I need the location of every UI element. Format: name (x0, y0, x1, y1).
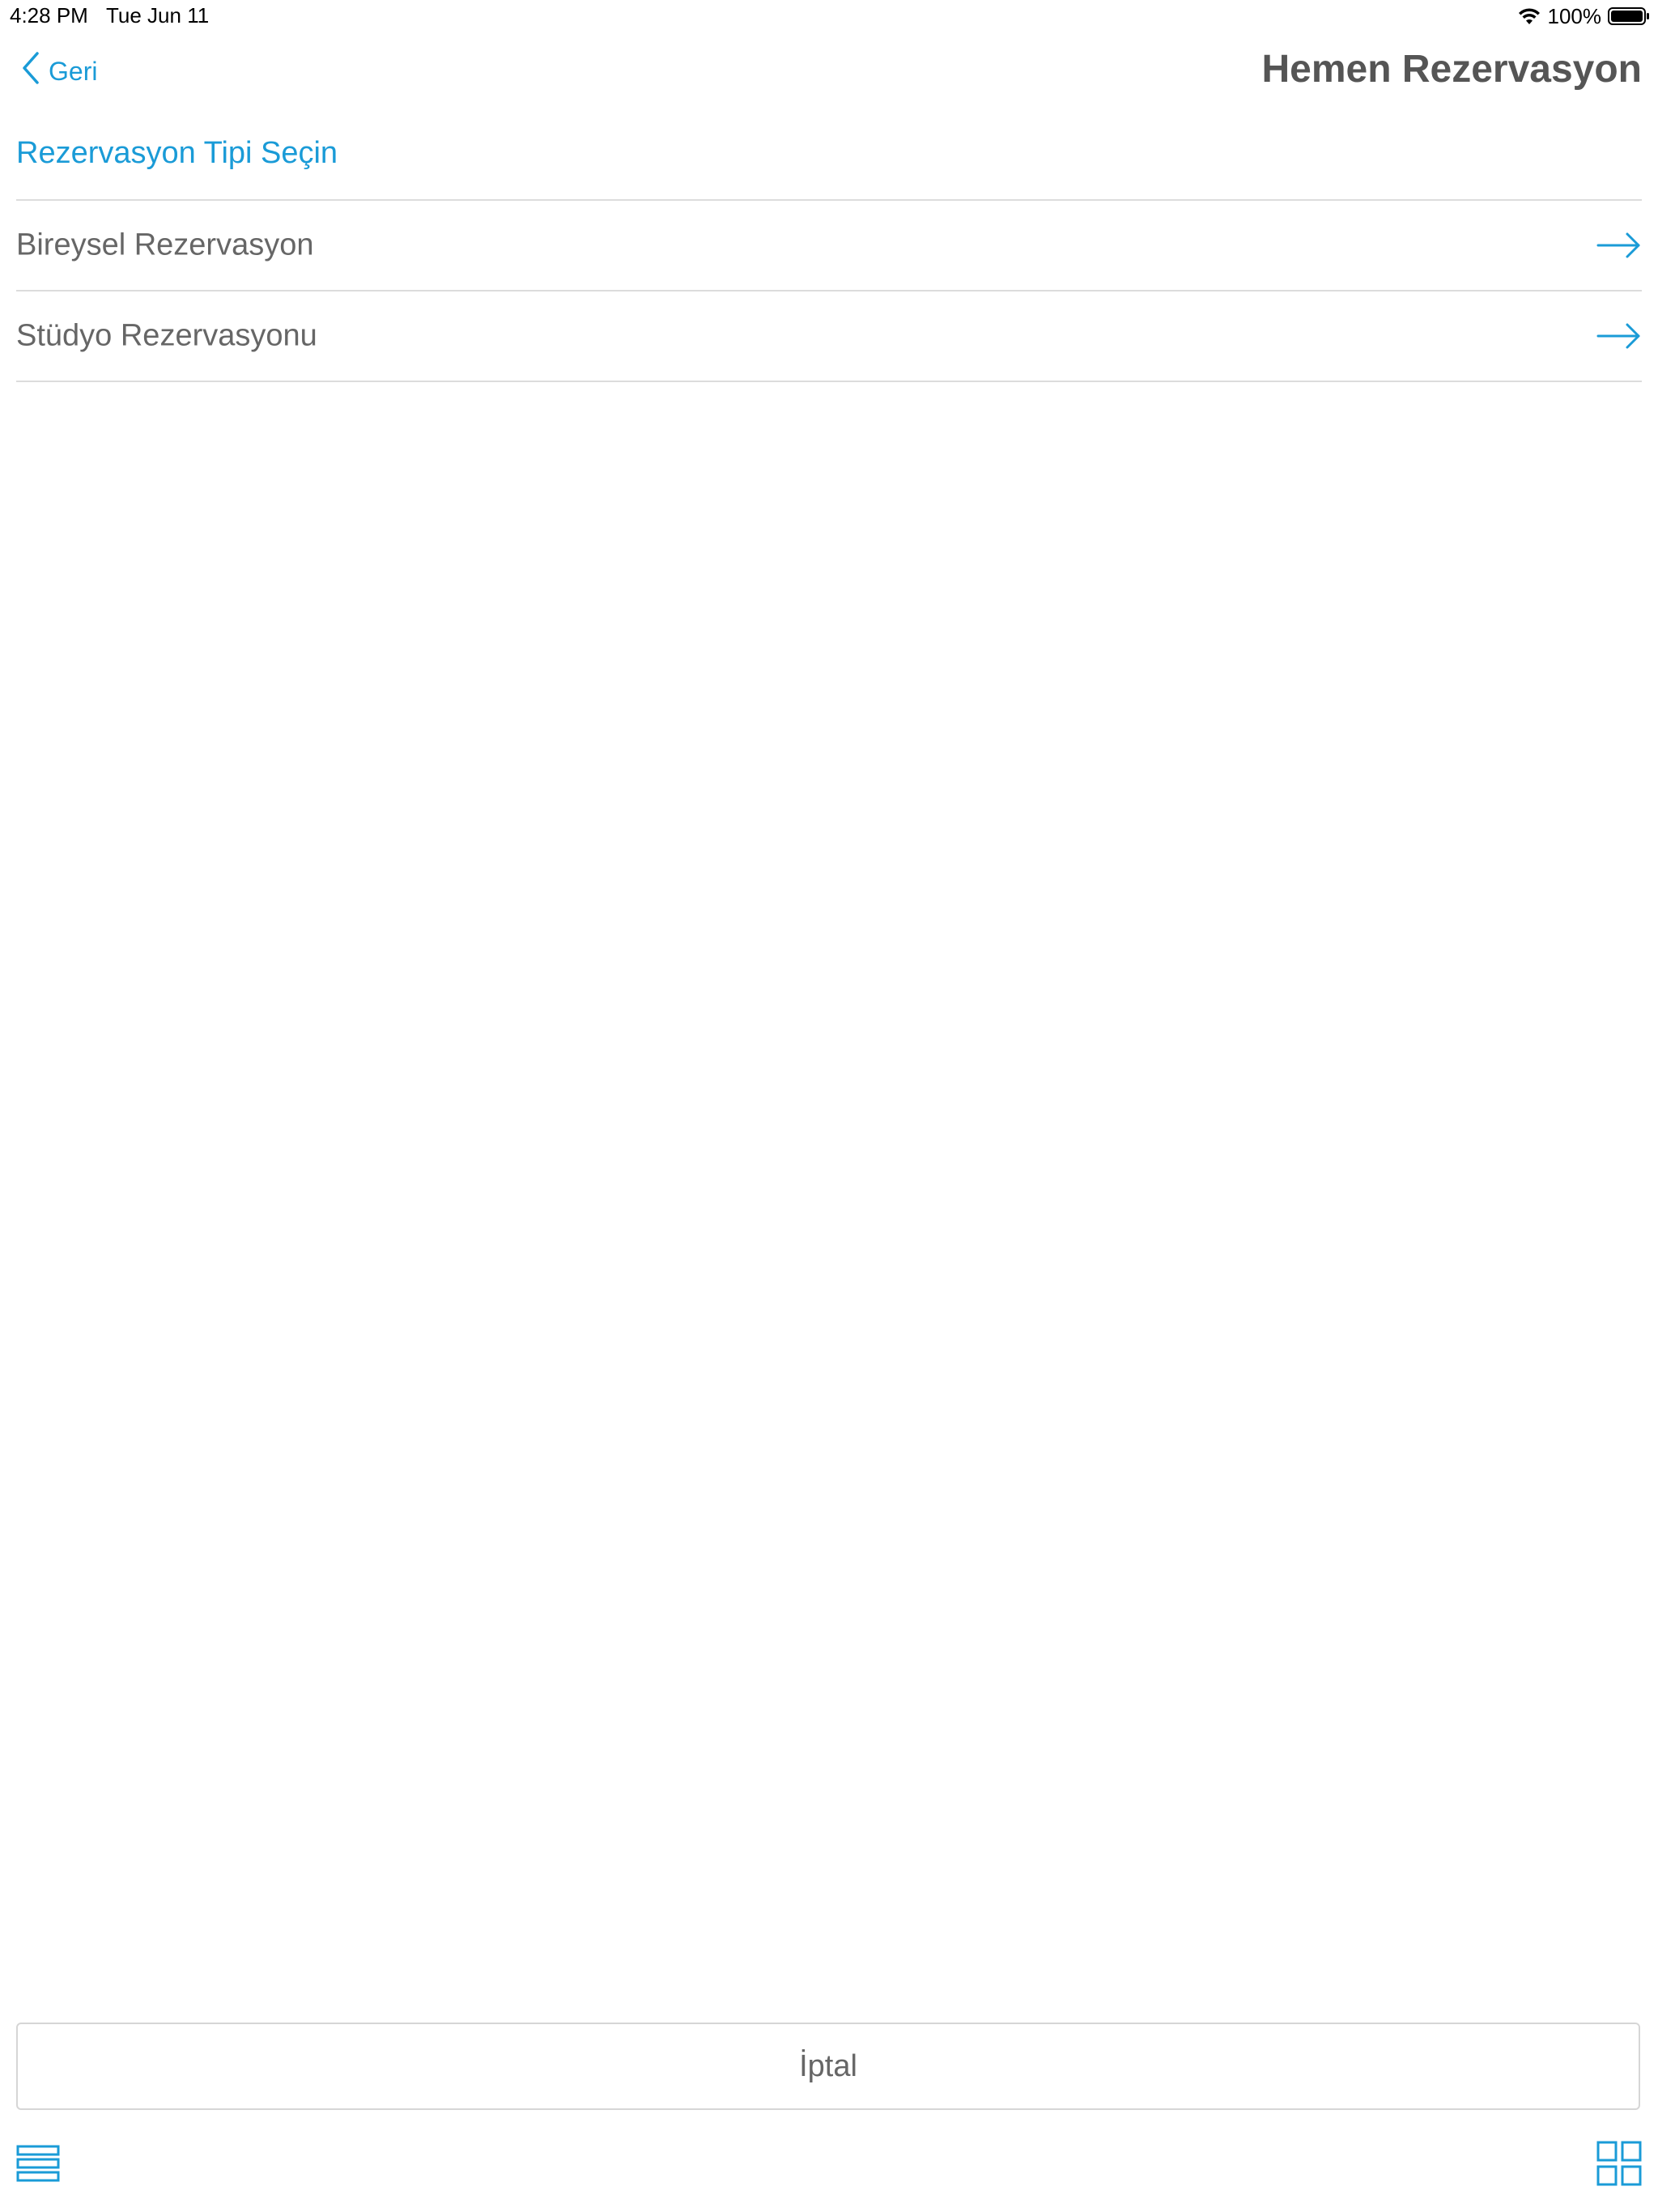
page-title: Hemen Rezervasyon (1261, 48, 1642, 91)
arrow-right-icon (1596, 320, 1642, 352)
list-view-button[interactable] (16, 2144, 60, 2183)
status-indicators: 100% (1517, 3, 1651, 29)
status-date: Tue Jun 11 (106, 3, 210, 28)
option-label: Bireysel Rezervasyon (16, 228, 314, 262)
back-button[interactable]: Geri (21, 50, 97, 92)
status-time: 4:28 PM (10, 3, 88, 28)
wifi-icon (1517, 6, 1541, 26)
divider (16, 381, 1642, 382)
option-individual-reservation[interactable]: Bireysel Rezervasyon (16, 201, 1642, 290)
battery-percentage: 100% (1547, 3, 1602, 28)
chevron-left-icon (21, 50, 40, 92)
option-label: Stüdyo Rezervasyonu (16, 318, 317, 353)
back-label: Geri (49, 56, 98, 86)
grid-view-icon (1596, 2141, 1642, 2186)
status-bar: 4:28 PM Tue Jun 11 100% (0, 0, 1658, 32)
arrow-right-icon (1596, 229, 1642, 262)
option-studio-reservation[interactable]: Stüdyo Rezervasyonu (16, 291, 1642, 381)
cancel-button[interactable]: İptal (16, 2023, 1640, 2110)
section-header: Rezervasyon Tipi Seçin (16, 136, 338, 170)
grid-view-button[interactable] (1596, 2141, 1642, 2186)
list-view-icon (16, 2144, 60, 2183)
battery-icon (1608, 6, 1650, 26)
